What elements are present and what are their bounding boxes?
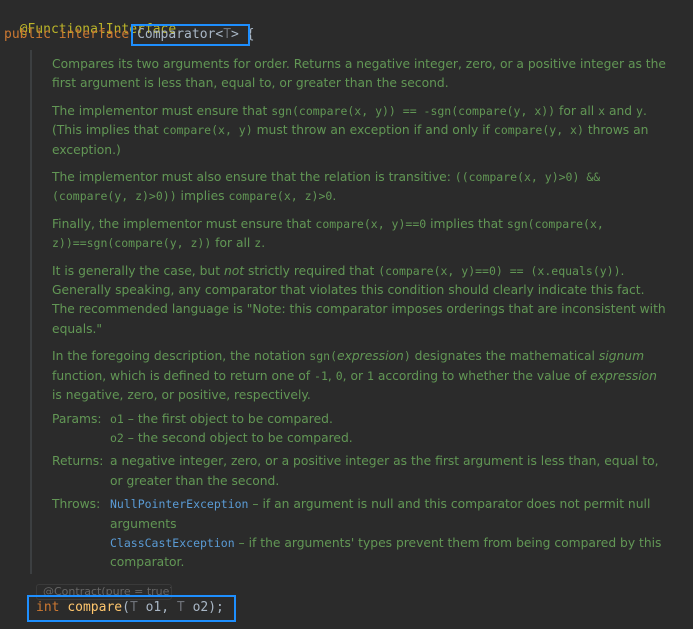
doc-paragraph-1: Compares its two arguments for order. Re… <box>52 57 666 91</box>
interface-name[interactable]: Comparator<T> <box>137 27 239 42</box>
compare-method-name[interactable]: compare <box>67 600 122 615</box>
class-cast-exception-link[interactable]: ClassCastException <box>110 536 235 550</box>
interface-declaration-line: public interface Comparator<T> { <box>4 26 255 44</box>
contract-inlay-hint: @Contract(pure = true) <box>36 584 172 600</box>
param1-name: o1 <box>145 600 162 615</box>
int-keyword: int <box>36 600 60 615</box>
javadoc-content: Compares its two arguments for order. Re… <box>52 55 667 573</box>
public-keyword: public <box>4 27 51 42</box>
rendered-javadoc: Compares its two arguments for order. Re… <box>30 50 670 574</box>
doc-paragraph-4: Finally, the implementor must ensure tha… <box>52 216 604 251</box>
doc-paragraph-5: It is generally the case, but not strict… <box>52 263 666 336</box>
doc-paragraph-3: The implementor must also ensure that th… <box>52 170 601 204</box>
null-pointer-exception-link[interactable]: NullPointerException <box>110 497 248 511</box>
throws-npe: NullPointerException – if an argument is… <box>110 497 651 531</box>
params-label: Params: <box>52 411 102 426</box>
param-o1: o1 – the first object to be compared. <box>110 411 333 426</box>
open-brace: { <box>238 27 255 42</box>
method-declaration-line: int compare(T o1, T o2); <box>36 600 224 615</box>
returns-label: Returns: <box>52 454 104 469</box>
javadoc-tags: Params: o1 – the first object to be comp… <box>52 410 667 573</box>
doc-paragraph-2: The implementor must ensure that sgn(com… <box>52 103 649 157</box>
doc-paragraph-6: In the foregoing description, the notati… <box>52 349 657 403</box>
params-desc: o1 – the first object to be compared. o2… <box>110 410 667 449</box>
throws-label: Throws: <box>52 497 101 512</box>
interface-keyword: interface <box>58 27 130 42</box>
returns-desc: a negative integer, zero, or a positive … <box>110 454 659 488</box>
type-parameter: T <box>223 27 232 42</box>
throws-cce: ClassCastException – if the arguments' t… <box>110 535 662 570</box>
param1-type: T <box>129 600 138 615</box>
param-o2: o2 – the second object to be compared. <box>110 430 353 445</box>
param2-type: T <box>176 600 185 615</box>
throws-desc: NullPointerException – if an argument is… <box>110 491 667 573</box>
param2-name: o2 <box>192 600 209 615</box>
